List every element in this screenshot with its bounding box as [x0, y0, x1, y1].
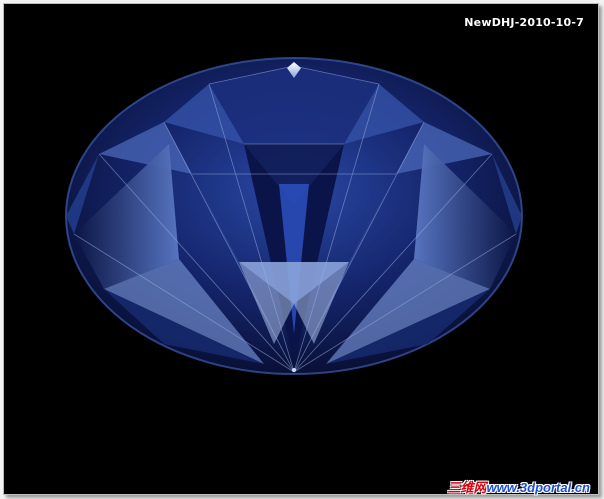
watermark-cn: 三维网 — [447, 480, 487, 495]
image-frame: NewDHJ-2010-10-7 三维网www.3dportal.cn — [0, 0, 604, 499]
watermark-url: www.3dportal.cn — [486, 480, 590, 495]
date-stamp: NewDHJ-2010-10-7 — [464, 16, 584, 29]
site-watermark: 三维网www.3dportal.cn — [447, 477, 590, 496]
pavilion-point — [292, 368, 296, 372]
diamond-illustration — [65, 57, 523, 375]
render-canvas: NewDHJ-2010-10-7 — [3, 3, 599, 495]
